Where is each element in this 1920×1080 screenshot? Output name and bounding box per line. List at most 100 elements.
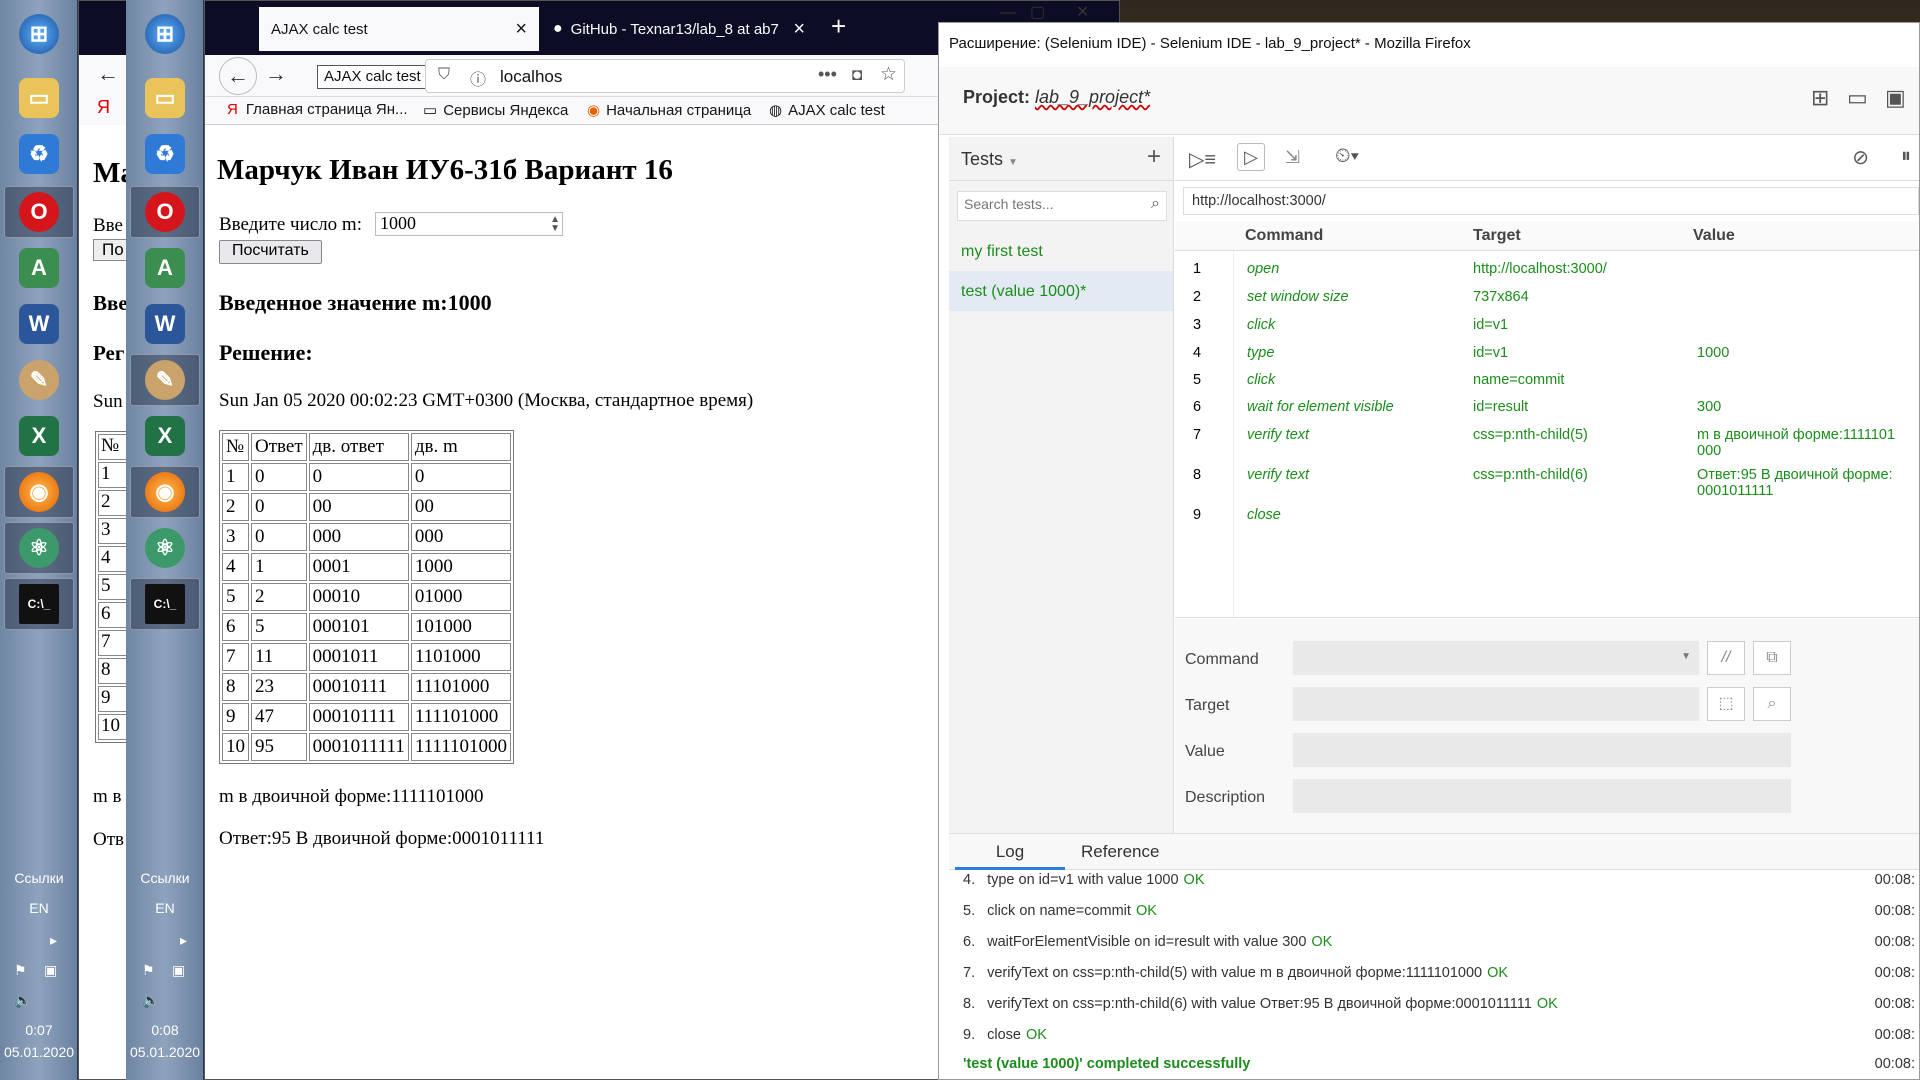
- tab-github[interactable]: ● GitHub - Texnar13/lab_8 at ab7 ×: [541, 7, 817, 51]
- taskbar2-atom[interactable]: ⚛: [130, 522, 200, 574]
- shield-icon[interactable]: ⛉: [438, 66, 450, 84]
- star-icon[interactable]: ☆: [880, 63, 897, 86]
- more-icon[interactable]: •••: [818, 64, 837, 85]
- tab-log[interactable]: Log: [955, 842, 1065, 870]
- target-input[interactable]: [1293, 687, 1699, 721]
- start-button[interactable]: ⊞: [4, 8, 74, 60]
- m-input-value[interactable]: 1000: [380, 213, 416, 233]
- taskbar2-terminal[interactable]: C:\_: [130, 578, 200, 630]
- taskbar2-recycle[interactable]: ♻: [130, 128, 200, 180]
- back-icon[interactable]: ←: [219, 57, 257, 95]
- network-icon[interactable]: ▣: [44, 962, 57, 979]
- language-indicator[interactable]: EN: [0, 900, 78, 916]
- taskbar-paint[interactable]: ✎: [4, 354, 74, 406]
- search-input[interactable]: [964, 196, 1134, 212]
- command-row[interactable]: 9 close: [1175, 507, 1919, 539]
- step-icon[interactable]: ⇲: [1285, 147, 1300, 168]
- run-all-icon[interactable]: ▷≡: [1189, 147, 1216, 172]
- test-item-selected[interactable]: test (value 1000)*: [949, 271, 1173, 311]
- run-test-icon[interactable]: ▷: [1237, 143, 1265, 171]
- tab-ajax-calc[interactable]: AJAX calc test ×: [259, 7, 539, 51]
- taskbar-terminal[interactable]: C:\_: [4, 578, 74, 630]
- taskbar2-excel[interactable]: X: [130, 410, 200, 462]
- search-icon[interactable]: ⌕: [1151, 195, 1160, 213]
- bookmark-yandex[interactable]: Я Главная страница Ян...: [227, 101, 408, 118]
- bookmark-yandex-services[interactable]: ▭ Сервисы Яндекса: [423, 101, 568, 119]
- find-target-icon[interactable]: ⌕: [1753, 687, 1791, 721]
- bookmark-ajax[interactable]: ◍ AJAX calc test: [769, 101, 885, 119]
- taskbar-firefox[interactable]: ◉: [4, 466, 74, 518]
- url-text[interactable]: localhos: [500, 67, 562, 87]
- flag-icon[interactable]: ⚑: [14, 962, 27, 979]
- description-input[interactable]: [1293, 779, 1791, 813]
- start-button-2[interactable]: ⊞: [130, 8, 200, 60]
- volume-icon[interactable]: 🔈: [142, 992, 159, 1009]
- pocket-icon[interactable]: ◘: [852, 65, 862, 85]
- clock-date[interactable]: 05.01.2020: [0, 1044, 78, 1060]
- bookmark-start-page[interactable]: ◉ Начальная страница: [587, 101, 751, 119]
- spinner-icon[interactable]: ▲ ▼: [550, 215, 560, 234]
- column-target[interactable]: Target: [1473, 227, 1521, 245]
- tests-dropdown[interactable]: Tests ▼: [961, 149, 1018, 170]
- close-tab-icon[interactable]: ×: [793, 18, 805, 41]
- select-target-icon[interactable]: ⬚: [1707, 687, 1745, 721]
- taskbar2-word[interactable]: W: [130, 298, 200, 350]
- taskbar2-android-studio[interactable]: A: [130, 242, 200, 294]
- taskbar-recycle[interactable]: ♻: [4, 128, 74, 180]
- close-tab-icon[interactable]: ×: [515, 18, 527, 41]
- search-tests[interactable]: ⌕: [957, 191, 1167, 221]
- info-icon[interactable]: ⓘ: [470, 66, 486, 90]
- base-url-input[interactable]: http://localhost:3000/: [1183, 187, 1919, 215]
- comment-button[interactable]: //: [1707, 641, 1745, 675]
- new-project-icon[interactable]: ⊞: [1811, 85, 1829, 111]
- taskbar2-explorer[interactable]: ▭: [130, 72, 200, 124]
- forward-icon[interactable]: →: [265, 61, 287, 87]
- new-tab-button[interactable]: +: [831, 11, 846, 42]
- bg-entered: Вве: [93, 291, 128, 315]
- yandex-icon[interactable]: Я: [97, 97, 110, 118]
- taskbar2-paint[interactable]: ✎: [130, 354, 200, 406]
- flag-icon[interactable]: ⚑: [142, 962, 155, 979]
- column-command[interactable]: Command: [1245, 227, 1323, 245]
- command-row[interactable]: 8 verify text css=p:nth-child(6) Ответ:95 В…: [1175, 467, 1919, 499]
- links-label-2[interactable]: Ссылки: [126, 870, 204, 886]
- clock-time[interactable]: 0:07: [0, 1022, 78, 1038]
- value-input[interactable]: [1293, 733, 1791, 767]
- add-test-button[interactable]: +: [1147, 143, 1161, 171]
- language-indicator-2[interactable]: EN: [126, 900, 204, 916]
- open-project-icon[interactable]: ▭: [1847, 85, 1868, 111]
- column-value[interactable]: Value: [1693, 227, 1735, 245]
- taskbar-excel[interactable]: X: [4, 410, 74, 462]
- tab-reference[interactable]: Reference: [1081, 842, 1159, 862]
- command-select[interactable]: ▼: [1293, 641, 1699, 675]
- taskbar2-opera[interactable]: O: [130, 186, 200, 238]
- url-bar[interactable]: ⛉ ⓘ localhos ••• ◘ ☆: [425, 59, 905, 93]
- tray-expand-icon[interactable]: ▸: [50, 932, 57, 949]
- tray-expand-icon[interactable]: ▸: [180, 932, 187, 949]
- taskbar-android-studio[interactable]: A: [4, 242, 74, 294]
- disable-breakpoints-icon[interactable]: ⊘: [1852, 145, 1869, 170]
- calculate-button[interactable]: Посчитать: [219, 240, 322, 264]
- taskbar2-firefox[interactable]: ◉: [130, 466, 200, 518]
- minimize-button[interactable]: —: [1000, 4, 1016, 22]
- links-label[interactable]: Ссылки: [0, 870, 78, 886]
- command-row[interactable]: 7 verify text css=p:nth-child(5) m в двоичн…: [1175, 427, 1919, 459]
- test-item[interactable]: my first test: [949, 229, 1173, 271]
- taskbar-explorer[interactable]: ▭: [4, 72, 74, 124]
- pause-icon[interactable]: ⏸: [1901, 145, 1911, 168]
- speed-icon[interactable]: ⏲▾: [1335, 145, 1359, 168]
- clock-date-2[interactable]: 05.01.2020: [126, 1044, 204, 1060]
- open-reference-icon[interactable]: ⧉: [1753, 641, 1791, 675]
- network-icon[interactable]: ▣: [172, 962, 185, 979]
- volume-icon[interactable]: 🔈: [14, 992, 31, 1009]
- close-window-button[interactable]: ✕: [1076, 2, 1089, 22]
- project-name[interactable]: lab_9_project*: [1035, 87, 1150, 108]
- maximize-button[interactable]: ▢: [1030, 2, 1045, 22]
- clock-time-2[interactable]: 0:08: [126, 1022, 204, 1038]
- save-project-icon[interactable]: ▣: [1885, 85, 1906, 111]
- taskbar-opera[interactable]: O: [4, 186, 74, 238]
- back-icon[interactable]: ←: [97, 61, 119, 87]
- taskbar-word[interactable]: W: [4, 298, 74, 350]
- taskbar-atom[interactable]: ⚛: [4, 522, 74, 574]
- m-input[interactable]: 1000 ▲ ▼: [375, 212, 563, 236]
